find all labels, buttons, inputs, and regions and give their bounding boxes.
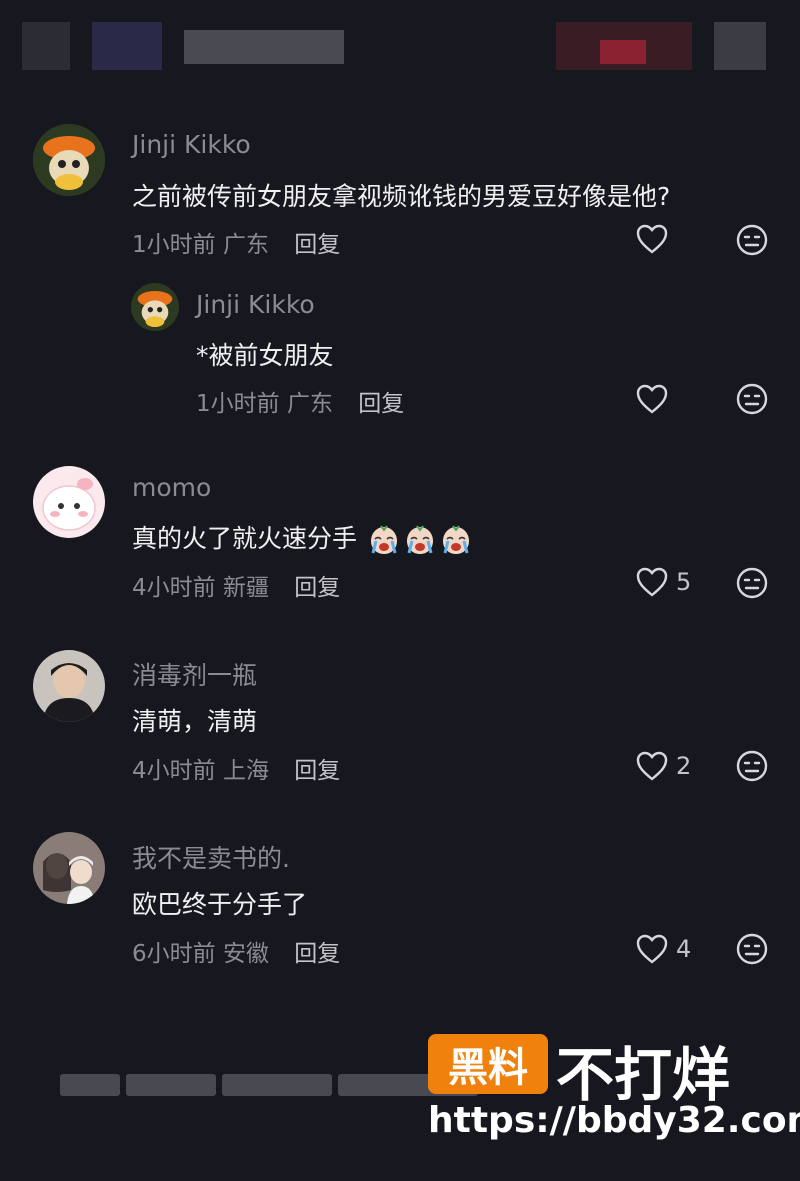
comment-text: 之前被传前女朋友拿视频讹钱的男爱豆好像是他?: [132, 182, 671, 211]
avatar[interactable]: [33, 650, 105, 722]
like-count: 2: [676, 752, 692, 780]
blurred-avatar: [92, 22, 162, 70]
comment-meta: 1小时前 广东 回复: [196, 384, 404, 418]
heart-outline-icon: [636, 934, 668, 964]
blurred-text-block: [60, 1074, 120, 1096]
timestamp: 6小时前: [132, 941, 216, 967]
heart-outline-icon: [636, 567, 668, 597]
crying-face-emoji: [406, 525, 433, 554]
timestamp: 1小时前: [196, 391, 280, 417]
like-button[interactable]: [636, 224, 676, 254]
like-button[interactable]: 2: [636, 751, 691, 781]
back-icon[interactable]: [22, 22, 70, 70]
blurred-text-block: [222, 1074, 332, 1096]
avatar-image: [33, 832, 105, 904]
heart-outline-icon: [636, 224, 668, 254]
comment-meta: 4小时前 上海 回复: [132, 751, 340, 785]
watermark-url: https://bbdy32.com: [428, 1100, 800, 1141]
dislike-button[interactable]: [736, 750, 768, 786]
neutral-face-icon: [736, 224, 768, 256]
comment-text: 清萌，清萌: [132, 707, 258, 736]
blurred-text-block: [126, 1074, 216, 1096]
location: 广东: [222, 232, 269, 258]
reply-button[interactable]: 回复: [294, 232, 340, 258]
timestamp: 4小时前: [132, 758, 216, 784]
username[interactable]: 我不是卖书的.: [132, 839, 290, 875]
comment-meta: 4小时前 新疆 回复: [132, 568, 340, 602]
comment-meta: 1小时前 广东 回复: [132, 225, 340, 259]
comment-text: *被前女朋友: [196, 341, 334, 370]
comment-meta: 6小时前 安徽 回复: [132, 934, 340, 968]
crying-face-emoji: [370, 525, 397, 554]
dislike-button[interactable]: [736, 383, 768, 419]
top-bar: [0, 0, 800, 100]
reply-button[interactable]: 回复: [358, 391, 404, 417]
heart-outline-icon: [636, 751, 668, 781]
location: 安徽: [222, 941, 269, 967]
username[interactable]: momo: [132, 473, 211, 502]
avatar[interactable]: [131, 283, 179, 331]
blurred-title: [184, 30, 344, 64]
reply-button[interactable]: 回复: [294, 758, 340, 784]
neutral-face-icon: [736, 383, 768, 415]
location: 新疆: [222, 575, 269, 601]
avatar-image: [33, 466, 105, 538]
like-count: 5: [676, 568, 692, 596]
avatar-image: [131, 283, 179, 331]
crying-face-emoji: [442, 525, 469, 554]
username[interactable]: Jinji Kikko: [196, 290, 315, 319]
heart-outline-icon: [636, 384, 668, 414]
username[interactable]: 消毒剂一瓶: [132, 656, 257, 692]
avatar[interactable]: [33, 124, 105, 196]
dislike-button[interactable]: [736, 933, 768, 969]
location: 广东: [286, 391, 333, 417]
timestamp: 1小时前: [132, 232, 216, 258]
comment-text: 欧巴终于分手了: [132, 890, 308, 919]
like-button[interactable]: 5: [636, 567, 691, 597]
avatar-image: [33, 650, 105, 722]
blurred-button-inner: [600, 40, 646, 64]
neutral-face-icon: [736, 933, 768, 965]
avatar[interactable]: [33, 466, 105, 538]
neutral-face-icon: [736, 567, 768, 599]
reply-button[interactable]: 回复: [294, 575, 340, 601]
dislike-button[interactable]: [736, 224, 768, 260]
like-count: 4: [676, 935, 692, 963]
watermark-badge: 黑料: [428, 1034, 548, 1094]
username[interactable]: Jinji Kikko: [132, 130, 251, 159]
comment-text: 真的火了就火速分手: [132, 519, 473, 557]
neutral-face-icon: [736, 750, 768, 782]
dislike-button[interactable]: [736, 567, 768, 603]
like-button[interactable]: 4: [636, 934, 691, 964]
avatar[interactable]: [33, 832, 105, 904]
avatar-image: [33, 124, 105, 196]
like-button[interactable]: [636, 384, 676, 414]
comment-text-content: 真的火了就火速分手: [132, 524, 358, 553]
location: 上海: [222, 758, 269, 784]
timestamp: 4小时前: [132, 575, 216, 601]
more-icon[interactable]: [714, 22, 766, 70]
reply-button[interactable]: 回复: [294, 941, 340, 967]
